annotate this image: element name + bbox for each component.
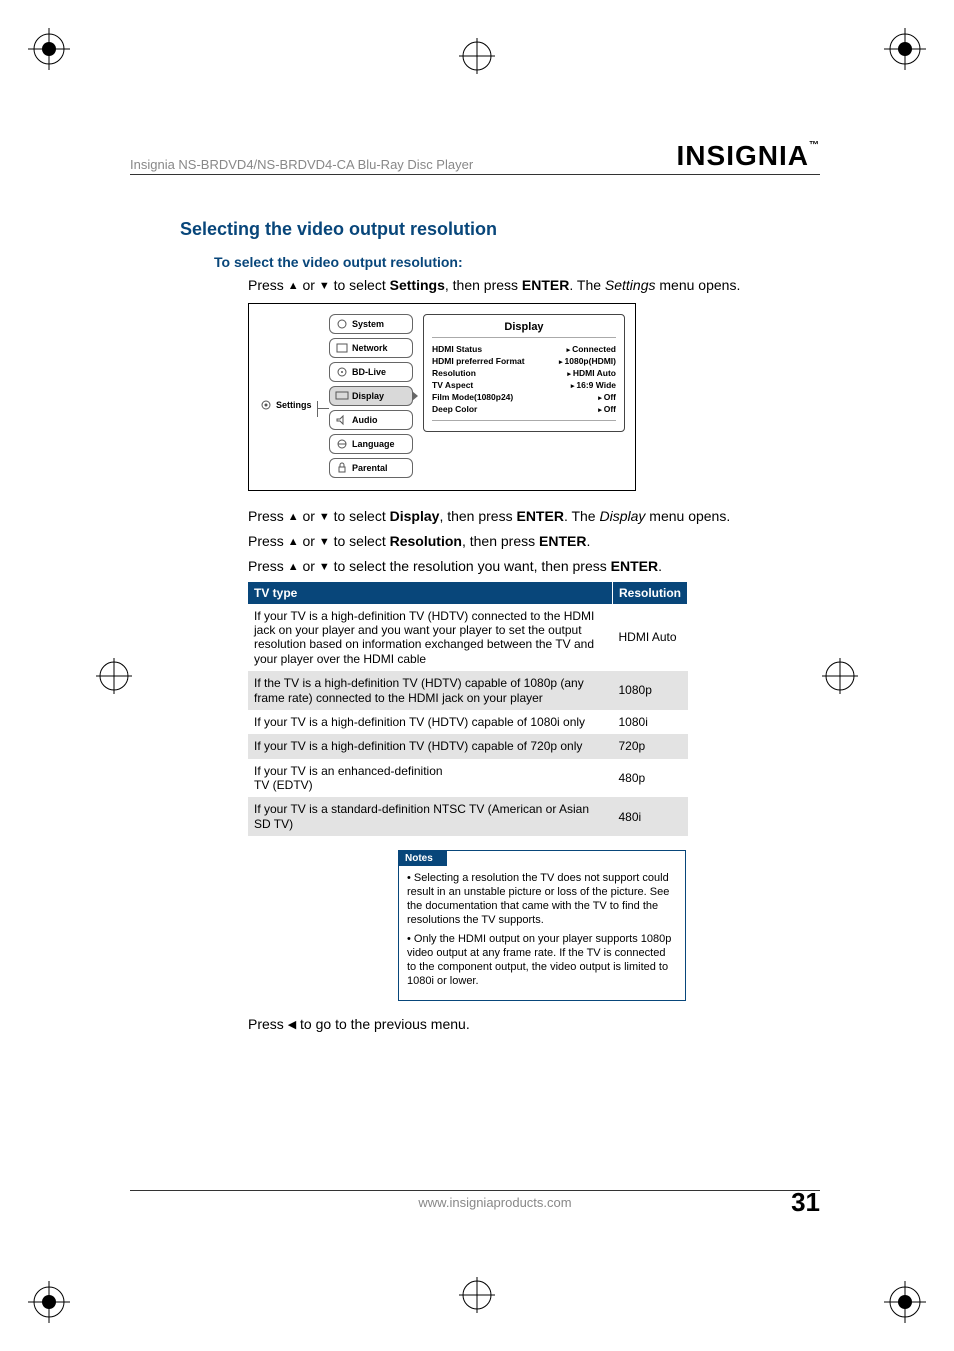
table-cell-tv: If your TV is a high-definition TV (HDTV… <box>248 604 613 672</box>
osd-menu-item-audio: Audio <box>329 410 413 430</box>
registration-mark-icon <box>822 658 858 694</box>
osd-setting-row: HDMI preferred Format1080p(HDMI) <box>432 356 616 366</box>
step-3: Press ▲ or ▼ to select Resolution, then … <box>248 532 820 551</box>
osd-menu-item-bdlive: BD-Live <box>329 362 413 382</box>
gear-icon <box>259 399 273 411</box>
lock-icon <box>335 462 349 474</box>
table-row: If your TV is a standard-definition NTSC… <box>248 797 688 836</box>
table-cell-res: 480p <box>613 759 688 798</box>
disc-icon <box>335 366 349 378</box>
table-row: If the TV is a high-definition TV (HDTV)… <box>248 671 688 710</box>
network-icon <box>335 342 349 354</box>
crop-mark-icon <box>884 28 926 70</box>
osd-setting-row: ResolutionHDMI Auto <box>432 368 616 378</box>
step-1: Press ▲ or ▼ to select Settings, then pr… <box>248 276 820 295</box>
registration-mark-icon <box>96 658 132 694</box>
osd-root-item: Settings <box>259 399 312 411</box>
table-cell-tv: If the TV is a high-definition TV (HDTV)… <box>248 671 613 710</box>
product-line: Insignia NS-BRDVD4/NS-BRDVD4-CA Blu-Ray … <box>130 157 473 172</box>
table-cell-tv: If your TV is a standard-definition NTSC… <box>248 797 613 836</box>
table-cell-res: 720p <box>613 734 688 758</box>
osd-menu-label: BD-Live <box>352 367 386 377</box>
osd-menu-item-parental: Parental <box>329 458 413 478</box>
divider <box>432 420 616 421</box>
down-arrow-icon: ▼ <box>319 280 330 292</box>
osd-menu-item-system: System <box>329 314 413 334</box>
up-arrow-icon: ▲ <box>288 511 299 523</box>
registration-mark-icon <box>459 1277 495 1313</box>
osd-setting-row: Deep ColorOff <box>432 404 616 414</box>
table-cell-tv: If your TV is a high-definition TV (HDTV… <box>248 710 613 734</box>
osd-menu: System Network BD-Live Display Audio Lan… <box>329 314 413 482</box>
osd-detail-panel: Display HDMI StatusConnected HDMI prefer… <box>423 314 625 432</box>
osd-setting-row: TV Aspect16:9 Wide <box>432 380 616 390</box>
table-cell-res: 1080p <box>613 671 688 710</box>
osd-screenshot: Settings System Network BD-Live Display … <box>248 303 636 491</box>
page-header: Insignia NS-BRDVD4/NS-BRDVD4-CA Blu-Ray … <box>130 140 820 175</box>
osd-connector-line <box>317 408 329 409</box>
osd-root-label: Settings <box>276 400 312 410</box>
osd-menu-label: Network <box>352 343 388 353</box>
page-number: 31 <box>791 1187 820 1218</box>
crop-mark-icon <box>28 28 70 70</box>
osd-menu-label: Language <box>352 439 395 449</box>
step-5: Press ◀ to go to the previous menu. <box>248 1015 820 1034</box>
down-arrow-icon: ▼ <box>319 536 330 548</box>
table-header-tvtype: TV type <box>248 582 613 604</box>
audio-icon <box>335 414 349 426</box>
osd-menu-item-display: Display <box>329 386 413 406</box>
osd-setting-row: HDMI StatusConnected <box>432 344 616 354</box>
notes-box: Notes Selecting a resolution the TV does… <box>398 850 686 1001</box>
osd-menu-item-language: Language <box>329 434 413 454</box>
section-title: Selecting the video output resolution <box>180 219 820 240</box>
left-arrow-icon: ◀ <box>288 1019 296 1031</box>
notes-body: Selecting a resolution the TV does not s… <box>399 866 685 1000</box>
up-arrow-icon: ▲ <box>288 536 299 548</box>
table-row: If your TV is a high-definition TV (HDTV… <box>248 604 688 672</box>
step-4: Press ▲ or ▼ to select the resolution yo… <box>248 557 820 576</box>
osd-menu-label: Display <box>352 391 384 401</box>
osd-setting-row: Film Mode(1080p24)Off <box>432 392 616 402</box>
down-arrow-icon: ▼ <box>319 561 330 573</box>
step-2: Press ▲ or ▼ to select Display, then pre… <box>248 507 820 526</box>
display-icon <box>335 390 349 402</box>
up-arrow-icon: ▲ <box>288 280 299 292</box>
gear-icon <box>335 318 349 330</box>
crop-mark-icon <box>884 1281 926 1323</box>
osd-menu-item-network: Network <box>329 338 413 358</box>
table-cell-tv: If your TV is a high-definition TV (HDTV… <box>248 734 613 758</box>
page-footer: www.insigniaproducts.com 31 <box>130 1190 820 1210</box>
table-cell-res: HDMI Auto <box>613 604 688 672</box>
table-cell-res: 1080i <box>613 710 688 734</box>
osd-menu-label: System <box>352 319 384 329</box>
trademark-icon: ™ <box>809 140 820 151</box>
osd-panel-title: Display <box>432 321 616 338</box>
procedure-heading: To select the video output resolution: <box>214 254 820 270</box>
globe-icon <box>335 438 349 450</box>
resolution-table: TV type Resolution If your TV is a high-… <box>248 582 688 837</box>
table-header-resolution: Resolution <box>613 582 688 604</box>
note-item: Selecting a resolution the TV does not s… <box>407 872 677 927</box>
crop-mark-icon <box>28 1281 70 1323</box>
table-row: If your TV is a high-definition TV (HDTV… <box>248 710 688 734</box>
table-cell-tv: If your TV is an enhanced-definition TV … <box>248 759 613 798</box>
table-row: If your TV is a high-definition TV (HDTV… <box>248 734 688 758</box>
brand-text: INSIGNIA <box>677 140 809 171</box>
footer-url: www.insigniaproducts.com <box>418 1195 571 1210</box>
down-arrow-icon: ▼ <box>319 511 330 523</box>
table-cell-res: 480i <box>613 797 688 836</box>
brand-logo: INSIGNIA™ <box>677 140 820 172</box>
table-row: If your TV is an enhanced-definition TV … <box>248 759 688 798</box>
note-item: Only the HDMI output on your player supp… <box>407 933 677 988</box>
page-content: Insignia NS-BRDVD4/NS-BRDVD4-CA Blu-Ray … <box>130 140 820 1210</box>
notes-heading: Notes <box>399 851 447 866</box>
osd-menu-label: Parental <box>352 463 388 473</box>
registration-mark-icon <box>459 38 495 74</box>
osd-menu-label: Audio <box>352 415 378 425</box>
up-arrow-icon: ▲ <box>288 561 299 573</box>
